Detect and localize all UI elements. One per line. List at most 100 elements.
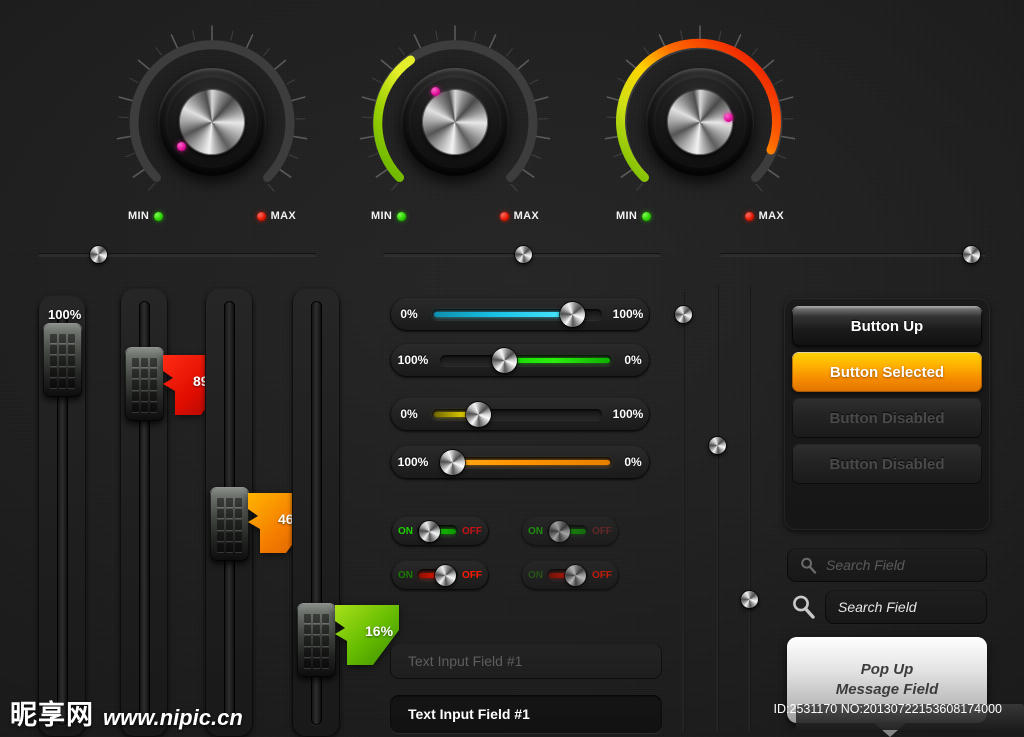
- h-slider-green-handle[interactable]: [491, 347, 517, 373]
- h-slider-cyan-handle[interactable]: [559, 301, 585, 327]
- fader-4[interactable]: [292, 288, 340, 737]
- h-slider-yellow[interactable]: 0% 100%: [390, 397, 650, 431]
- knob-1-min-label: MIN: [128, 210, 150, 222]
- button-panel: Button Up Button Selected Button Disable…: [784, 298, 990, 530]
- fader-2[interactable]: [120, 288, 168, 737]
- h-slider-cyan-track[interactable]: [432, 301, 602, 327]
- grip-dots-icon: [303, 614, 329, 668]
- h-slider-orange-track[interactable]: [440, 449, 612, 475]
- button-disabled-1: Button Disabled: [792, 398, 982, 438]
- h-slider-yellow-left-label: 0%: [400, 407, 418, 421]
- h-slider-green-left-label: 100%: [397, 353, 429, 367]
- max-led-icon: [256, 211, 266, 221]
- toggle-4-handle[interactable]: [565, 564, 586, 586]
- knob-3-scale-labels: MIN MAX: [600, 210, 800, 222]
- h-slider-cyan-left-label: 0%: [400, 307, 418, 321]
- button-up[interactable]: Button Up: [792, 306, 982, 346]
- grip-dots-icon: [216, 498, 242, 552]
- toggle-1-on-label: ON: [398, 525, 413, 537]
- search-field-outside[interactable]: Search Field: [825, 590, 987, 624]
- v-scrollbar-3[interactable]: [741, 285, 758, 732]
- toggle-1-handle[interactable]: [419, 520, 440, 542]
- min-led-icon: [397, 211, 407, 221]
- knob-3-body[interactable]: [646, 68, 754, 176]
- button-selected[interactable]: Button Selected: [792, 352, 982, 392]
- divider-slider-2[interactable]: [383, 243, 661, 265]
- h-slider-orange-fill: [446, 459, 610, 465]
- divider-slider-3-track[interactable]: [720, 253, 986, 256]
- v-scrollbar-3-track[interactable]: [748, 285, 751, 732]
- text-input-empty-placeholder: Text Input Field #1: [408, 653, 523, 669]
- knob-3-min-label: MIN: [616, 210, 638, 222]
- popup-title: Pop Up: [860, 660, 914, 678]
- toggle-4-track[interactable]: [547, 564, 588, 586]
- search-field-inline[interactable]: Search Field: [787, 548, 987, 582]
- divider-slider-3[interactable]: [720, 243, 986, 265]
- knob-1-min: MIN: [128, 210, 164, 222]
- v-scrollbar-2[interactable]: [709, 285, 726, 732]
- knob-3-cap: [667, 89, 733, 155]
- toggle-2-track[interactable]: [547, 520, 588, 542]
- knob-2-min: MIN: [371, 210, 407, 222]
- fader-4-handle[interactable]: [296, 603, 336, 677]
- toggle-2-handle[interactable]: [549, 520, 570, 542]
- divider-slider-1[interactable]: [38, 243, 316, 265]
- toggle-3-track[interactable]: [417, 564, 458, 586]
- h-slider-green-track[interactable]: [440, 347, 612, 373]
- fader-1-handle[interactable]: [42, 323, 82, 397]
- knob-1-scale-labels: MIN MAX: [112, 210, 312, 222]
- search-icon: [801, 557, 817, 574]
- toggle-3[interactable]: ON OFF: [391, 560, 489, 590]
- knob-2-body[interactable]: [401, 68, 509, 176]
- knob-2-indicator-dot: [431, 87, 440, 96]
- knob-1-body[interactable]: [158, 68, 266, 176]
- watermark-cjk: 昵享网: [10, 700, 94, 731]
- grip-dots-icon: [49, 334, 75, 388]
- toggle-1[interactable]: ON OFF: [391, 516, 489, 546]
- v-scrollbar-2-track[interactable]: [716, 285, 719, 732]
- divider-slider-2-handle[interactable]: [515, 246, 532, 263]
- divider-slider-1-track[interactable]: [38, 253, 316, 256]
- v-scrollbar-1-track[interactable]: [682, 292, 685, 732]
- v-scrollbar-1[interactable]: [675, 292, 692, 732]
- knob-control-3[interactable]: MIN MAX: [600, 22, 800, 237]
- h-slider-yellow-track[interactable]: [432, 401, 602, 427]
- v-scrollbar-2-handle[interactable]: [709, 437, 726, 454]
- toggle-1-track[interactable]: [417, 520, 458, 542]
- fader-3-handle[interactable]: [209, 487, 249, 561]
- fader-1[interactable]: [38, 295, 86, 737]
- fader-3[interactable]: [205, 288, 253, 737]
- ui-kit-canvas: MIN MAX MIN MAX MIN MAX 100% 16% 0% 100%…: [0, 0, 1024, 737]
- knob-3-max-label: MAX: [758, 210, 784, 222]
- toggle-3-on-label: ON: [398, 569, 413, 581]
- knob-2-max-label: MAX: [513, 210, 539, 222]
- divider-slider-3-handle[interactable]: [963, 246, 980, 263]
- text-input-empty[interactable]: Text Input Field #1: [390, 643, 662, 679]
- toggle-4[interactable]: ON OFF: [521, 560, 619, 590]
- knob-control-1[interactable]: MIN MAX: [112, 22, 312, 237]
- v-scrollbar-3-handle[interactable]: [741, 591, 758, 608]
- divider-slider-1-handle[interactable]: [90, 246, 107, 263]
- toggle-3-off-label: OFF: [462, 569, 482, 581]
- knob-3-indicator-dot: [724, 113, 733, 122]
- toggle-2-off-label: OFF: [592, 525, 612, 537]
- popup-subtitle: Message Field: [835, 681, 939, 698]
- search-icon[interactable]: [791, 594, 817, 620]
- h-slider-green[interactable]: 100% 0%: [390, 343, 650, 377]
- grip-dots-icon: [131, 358, 157, 412]
- min-led-icon: [154, 211, 164, 221]
- fader-2-handle[interactable]: [124, 347, 164, 421]
- text-input-filled[interactable]: Text Input Field #1: [390, 695, 662, 733]
- h-slider-orange[interactable]: 100% 0%: [390, 445, 650, 479]
- v-scrollbar-1-handle[interactable]: [675, 306, 692, 323]
- h-slider-orange-handle[interactable]: [440, 449, 465, 475]
- button-selected-label: Button Selected: [829, 363, 945, 381]
- h-slider-yellow-handle[interactable]: [466, 401, 491, 427]
- knob-control-2[interactable]: MIN MAX: [355, 22, 555, 237]
- h-slider-cyan[interactable]: 0% 100%: [390, 297, 650, 331]
- button-disabled-2-label: Button Disabled: [829, 455, 945, 473]
- h-slider-orange-right-label: 0%: [624, 455, 642, 469]
- toggle-2[interactable]: ON OFF: [521, 516, 619, 546]
- toggle-3-handle[interactable]: [435, 564, 456, 586]
- search-field-outside-placeholder: Search Field: [838, 599, 917, 615]
